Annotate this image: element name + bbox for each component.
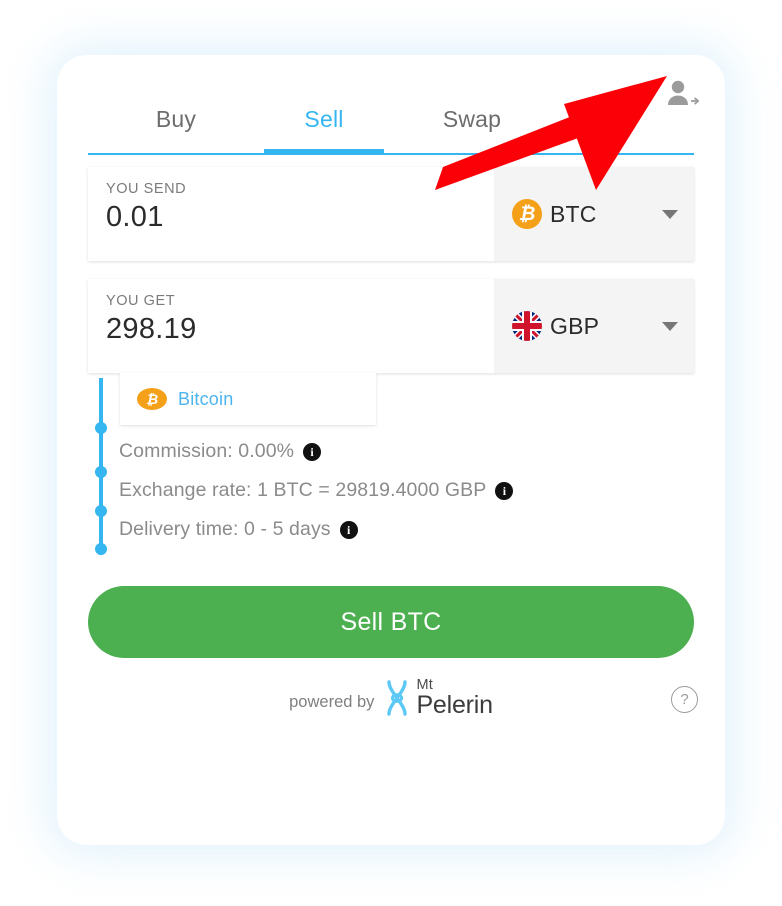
- tab-bar-divider: [88, 153, 694, 155]
- brand-name-bottom: Pelerin: [416, 690, 493, 719]
- you-send-label: YOU SEND: [106, 181, 187, 197]
- tab-sell[interactable]: Sell: [264, 91, 384, 153]
- info-icon[interactable]: i: [339, 520, 358, 539]
- tab-sell-label: Sell: [304, 106, 344, 132]
- commission-label: Commission: 0.00%: [119, 440, 295, 462]
- you-get-input[interactable]: [106, 313, 456, 346]
- tab-bar: Buy Sell Swap: [88, 91, 694, 155]
- widget-footer: powered by Mt Pelerin ?: [57, 670, 725, 730]
- powered-by-block: powered by Mt Pelerin: [57, 678, 725, 718]
- question-mark-icon[interactable]: ?: [671, 686, 698, 713]
- timeline-dot: [95, 505, 107, 517]
- tab-swap[interactable]: Swap: [384, 91, 560, 153]
- sell-btc-button[interactable]: Sell BTC: [88, 586, 694, 658]
- timeline-dot: [95, 543, 107, 555]
- delivery-time-row: Delivery time: 0 - 5 days i: [119, 518, 358, 541]
- you-send-input[interactable]: [106, 201, 456, 234]
- you-send-row: YOU SEND ₿ BTC: [88, 167, 694, 261]
- chevron-down-icon[interactable]: [662, 209, 678, 219]
- you-get-currency-selector[interactable]: GBP: [494, 279, 694, 373]
- you-get-label: YOU GET: [106, 293, 176, 309]
- commission-row: Commission: 0.00% i: [119, 440, 322, 463]
- tab-swap-label: Swap: [442, 106, 502, 132]
- powered-by-label: powered by: [289, 692, 375, 711]
- exchange-widget-card: Buy Sell Swap YOU SEND ₿ BTC: [57, 55, 725, 845]
- payment-method-label: Bitcoin: [178, 388, 234, 409]
- you-send-field-wrapper: YOU SEND: [88, 167, 494, 261]
- you-get-row: YOU GET GBP: [88, 279, 694, 373]
- you-get-field-wrapper: YOU GET: [88, 279, 494, 373]
- delivery-time-label: Delivery time: 0 - 5 days: [119, 518, 331, 540]
- tab-buy-label: Buy: [155, 106, 197, 132]
- timeline-dot: [95, 422, 107, 434]
- info-icon[interactable]: i: [303, 442, 322, 461]
- bitcoin-icon: ₿: [512, 199, 542, 229]
- tab-buy[interactable]: Buy: [88, 91, 264, 153]
- person-arrow-icon[interactable]: [663, 78, 701, 112]
- exchange-rate-label: Exchange rate: 1 BTC = 29819.4000 GBP: [119, 479, 487, 501]
- you-get-currency-code: GBP: [550, 312, 600, 339]
- you-send-currency-code: BTC: [550, 200, 597, 227]
- uk-flag-icon: [512, 311, 542, 341]
- chevron-down-icon[interactable]: [662, 321, 678, 331]
- exchange-rate-row: Exchange rate: 1 BTC = 29819.4000 GBP i: [119, 479, 514, 502]
- detail-timeline: [95, 378, 107, 555]
- payment-method-chip[interactable]: ₿ Bitcoin: [120, 373, 376, 425]
- timeline-dot: [95, 466, 107, 478]
- mt-pelerin-logo-icon: Mt Pelerin: [384, 678, 493, 719]
- info-icon[interactable]: i: [495, 481, 514, 500]
- bitcoin-icon: ₿: [137, 388, 167, 410]
- you-send-currency-selector[interactable]: ₿ BTC: [494, 167, 694, 261]
